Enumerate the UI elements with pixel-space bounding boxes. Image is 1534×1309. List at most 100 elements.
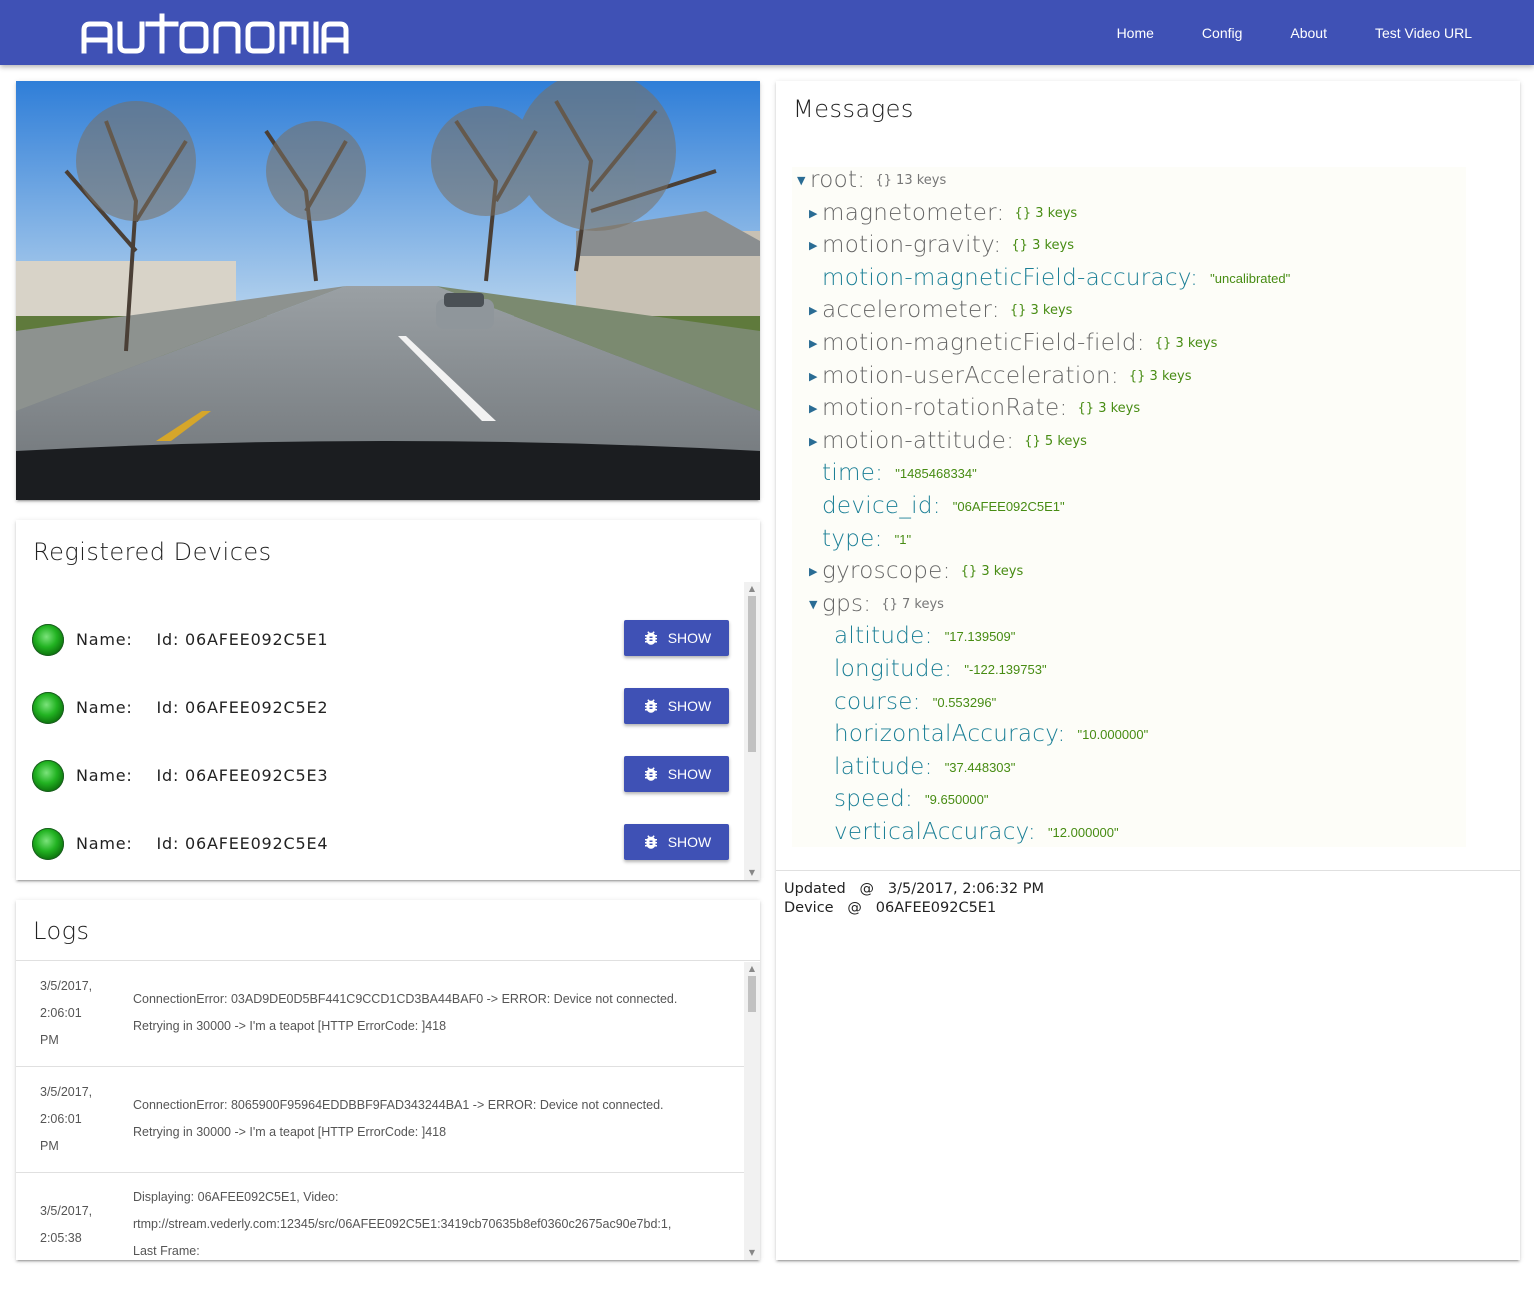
- json-key: speed:: [834, 786, 914, 812]
- collapse-caret-icon[interactable]: ▼: [809, 598, 822, 611]
- json-node[interactable]: ▶ gyroscope: {} 3 keys: [809, 558, 1023, 584]
- json-key: horizontalAccuracy:: [834, 721, 1066, 747]
- log-message: ConnectionError: 03AD9DE0D5BF441C9CCD1CD…: [133, 992, 678, 1033]
- json-key-count: {} 13 keys: [875, 172, 947, 188]
- json-node[interactable]: ▶ motion-userAcceleration: {} 3 keys: [809, 363, 1191, 389]
- divider: [776, 870, 1520, 871]
- expand-caret-icon[interactable]: ▶: [809, 337, 822, 350]
- nav-about[interactable]: About: [1290, 25, 1327, 41]
- json-string-value: "06AFEE092C5E1": [952, 498, 1065, 514]
- at-symbol: @: [859, 881, 875, 897]
- json-key: course:: [834, 689, 921, 715]
- registered-devices-title: Registered Devices: [33, 538, 272, 566]
- expand-caret-icon[interactable]: ▶: [809, 207, 822, 220]
- updated-label: Updated: [784, 881, 846, 897]
- video-frame: [16, 81, 760, 500]
- log-list-scrollbar[interactable]: ▲ ▼: [744, 962, 760, 1260]
- bug-icon: [644, 835, 657, 849]
- log-date: 3/5/2017, 2:05:38: [40, 1204, 93, 1245]
- messages-title: Messages: [793, 95, 914, 123]
- json-key: latitude:: [834, 754, 933, 780]
- device-list: Name: Id: 06AFEE092C5E1 SHOW Name: Id: 0…: [16, 586, 744, 880]
- bug-icon: [644, 767, 657, 781]
- expand-caret-icon[interactable]: ▶: [809, 402, 822, 415]
- collapse-caret-icon[interactable]: ▼: [797, 174, 810, 187]
- updated-timestamp: 3/5/2017, 2:06:32 PM: [887, 881, 1044, 897]
- json-key-count: {} 5 keys: [1024, 433, 1087, 449]
- show-button-label: SHOW: [667, 630, 712, 646]
- show-device-button[interactable]: SHOW: [624, 620, 729, 656]
- show-device-button[interactable]: SHOW: [624, 756, 729, 792]
- log-row: 3/5/2017, 2:05:38 Displaying: 06AFEE092C…: [16, 1173, 744, 1260]
- json-string-value: "9.650000": [925, 791, 989, 807]
- device-row: Name: Id: 06AFEE092C5E1 SHOW: [16, 602, 744, 670]
- log-list: 3/5/2017, 2:06:01 PM ConnectionError: 03…: [16, 960, 760, 1260]
- nav-test-video-url[interactable]: Test Video URL: [1375, 25, 1472, 41]
- json-key: motion-magneticField-accuracy:: [822, 265, 1199, 291]
- scroll-down-arrow-icon[interactable]: ▼: [744, 1246, 760, 1260]
- json-key: motion-magneticField-field:: [822, 330, 1145, 356]
- json-key: gps:: [822, 591, 872, 617]
- status-led-icon: [32, 692, 64, 724]
- show-device-button[interactable]: SHOW: [624, 824, 729, 860]
- json-node: type: "1": [809, 526, 911, 552]
- json-node: altitude: "17.139509": [821, 623, 1015, 649]
- json-node[interactable]: ▶ motion-rotationRate: {} 3 keys: [809, 395, 1140, 421]
- json-key: accelerometer:: [822, 297, 1000, 323]
- json-string-value: "1": [894, 531, 912, 547]
- top-app-bar: Home Config About Test Video URL: [0, 0, 1534, 65]
- json-node[interactable]: ▼ gps: {} 7 keys: [809, 591, 944, 617]
- device-id: 06AFEE092C5E1: [185, 630, 329, 649]
- device-row: Name: Id: 06AFEE092C5E2 SHOW: [16, 670, 744, 738]
- device-name-label: Name:: [76, 766, 133, 785]
- json-node[interactable]: ▶ motion-gravity: {} 3 keys: [809, 232, 1074, 258]
- json-node[interactable]: ▶ accelerometer: {} 3 keys: [809, 297, 1072, 323]
- expand-caret-icon[interactable]: ▶: [809, 370, 822, 383]
- expand-caret-icon[interactable]: ▶: [809, 304, 822, 317]
- json-node[interactable]: ▶ magnetometer: {} 3 keys: [809, 200, 1077, 226]
- json-node[interactable]: ▶ motion-attitude: {} 5 keys: [809, 428, 1087, 454]
- json-key: altitude:: [834, 623, 933, 649]
- device-label: Device: [784, 900, 834, 916]
- autonomia-logo[interactable]: [80, 12, 350, 54]
- device-id: 06AFEE092C5E2: [185, 698, 329, 717]
- json-key: type:: [822, 526, 883, 552]
- expand-caret-icon[interactable]: ▶: [809, 565, 822, 578]
- json-key-count: {} 3 keys: [1077, 400, 1141, 416]
- json-node[interactable]: ▶ motion-magneticField-field: {} 3 keys: [809, 330, 1217, 356]
- expand-caret-icon[interactable]: ▶: [809, 239, 822, 252]
- json-key: time:: [822, 460, 884, 486]
- expand-caret-icon[interactable]: ▶: [809, 435, 822, 448]
- json-key: motion-userAcceleration:: [822, 363, 1119, 389]
- json-key-count: {} 3 keys: [1009, 302, 1073, 318]
- json-key-count: {} 3 keys: [960, 563, 1024, 579]
- nav-home[interactable]: Home: [1117, 25, 1154, 41]
- nav-config[interactable]: Config: [1202, 25, 1242, 41]
- json-string-value: "37.448303": [944, 759, 1016, 775]
- json-string-value: "12.000000": [1047, 824, 1119, 840]
- json-key-count: {} 7 keys: [881, 596, 944, 612]
- device-row: Name: Id: 06AFEE092C5E3 SHOW: [16, 738, 744, 806]
- registered-devices-card: Registered Devices Name: Id: 06AFEE092C5…: [16, 520, 760, 880]
- scroll-down-arrow-icon[interactable]: ▼: [744, 866, 760, 880]
- log-message: ConnectionError: 8065900F95964EDDBBF9FAD…: [133, 1098, 664, 1139]
- json-key: root:: [810, 167, 866, 193]
- json-node[interactable]: ▼ root: {} 13 keys: [797, 167, 946, 193]
- json-node: longitude: "-122.139753": [821, 656, 1047, 682]
- video-player[interactable]: [16, 81, 760, 500]
- show-device-button[interactable]: SHOW: [624, 688, 729, 724]
- json-node: course: "0.553296": [821, 689, 996, 715]
- scroll-up-arrow-icon[interactable]: ▲: [744, 582, 760, 596]
- device-list-scrollbar[interactable]: ▲ ▼: [744, 582, 760, 880]
- scroll-up-arrow-icon[interactable]: ▲: [744, 962, 760, 976]
- logs-title: Logs: [33, 917, 90, 945]
- json-node: latitude: "37.448303": [821, 754, 1015, 780]
- json-key-count: {} 3 keys: [1014, 205, 1078, 221]
- scrollbar-thumb[interactable]: [748, 596, 756, 752]
- log-row: 3/5/2017, 2:06:01 PM ConnectionError: 80…: [16, 1067, 744, 1173]
- json-string-value: "10.000000": [1077, 726, 1149, 742]
- device-id-prefix: Id:: [156, 834, 180, 853]
- scrollbar-thumb[interactable]: [748, 976, 756, 1012]
- device-name-label: Name:: [76, 630, 133, 649]
- json-string-value: "0.553296": [932, 694, 997, 710]
